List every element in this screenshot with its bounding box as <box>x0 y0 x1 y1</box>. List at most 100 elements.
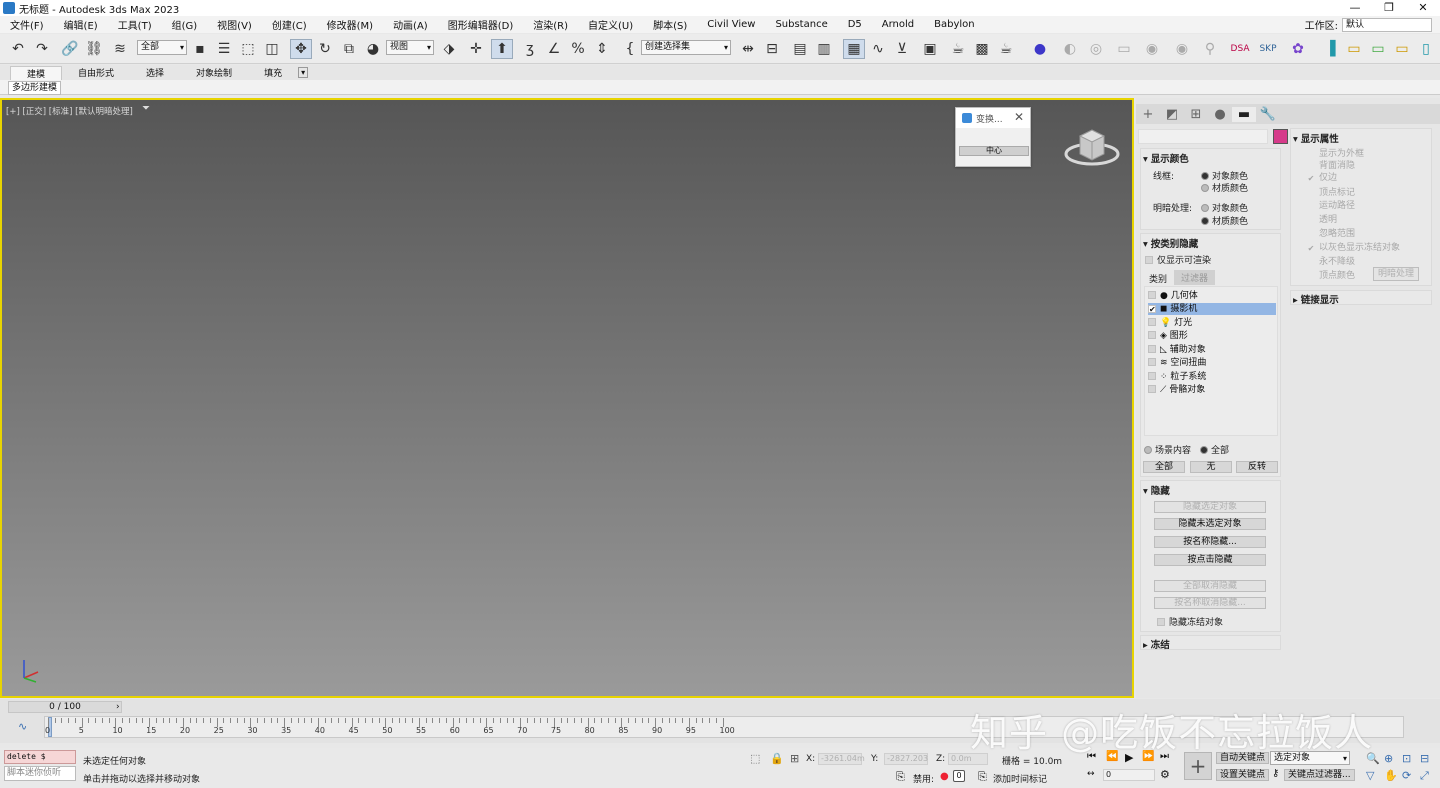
object-name-field[interactable] <box>1138 129 1268 144</box>
utilities-tab-icon[interactable]: 🔧 <box>1256 107 1280 122</box>
redo-icon[interactable]: ↷ <box>32 39 52 59</box>
plugin-icon-6[interactable]: ⚲ <box>1200 39 1220 59</box>
all-radio[interactable]: 全部 <box>1200 443 1229 456</box>
fov-icon[interactable]: ▽ <box>1366 769 1374 782</box>
shaded-object-color-radio[interactable]: 对象颜色 <box>1201 201 1248 214</box>
maxscript-listener-input[interactable]: delete $ <box>4 750 76 764</box>
center-button[interactable]: 中心 <box>959 146 1029 156</box>
schematic-view-icon[interactable]: ⊻ <box>892 39 912 59</box>
select-place-icon[interactable]: ◕ <box>363 39 383 59</box>
menu-civil-view[interactable]: Civil View <box>697 19 765 30</box>
display-color-title[interactable]: 显示颜色 <box>1143 151 1189 165</box>
menu-modifiers[interactable]: 修改器(M) <box>317 17 383 32</box>
spinner-snap-icon[interactable]: ⇕ <box>592 39 612 59</box>
unhide-by-name-button[interactable]: 按名称取消隐藏... <box>1154 597 1266 609</box>
x-coordinate-field[interactable]: -3261.04m <box>818 753 865 765</box>
wire-material-color-radio[interactable]: 材质颜色 <box>1201 181 1248 194</box>
plugin-icon-7[interactable]: ✿ <box>1288 39 1308 59</box>
display-tab-icon[interactable]: ▬ <box>1232 106 1256 122</box>
hide-by-category-title[interactable]: 按类别隐藏 <box>1143 236 1199 250</box>
time-config-icon[interactable]: ⚙ <box>1160 768 1170 781</box>
adaptive-degradation-icon[interactable]: ⎘ <box>896 770 905 784</box>
filter-tab[interactable]: 过滤器 <box>1174 270 1216 285</box>
hide-selected-button[interactable]: 隐藏选定对象 <box>1154 501 1266 513</box>
menu-views[interactable]: 视图(V) <box>207 17 262 32</box>
zoom-extents-icon[interactable]: ⊡ <box>1402 752 1411 765</box>
menu-d5[interactable]: D5 <box>838 19 872 30</box>
menu-substance[interactable]: Substance <box>765 19 837 30</box>
polygon-modeling-button[interactable]: 多边形建模 <box>8 81 62 95</box>
menu-tools[interactable]: 工具(T) <box>108 17 162 32</box>
menu-rendering[interactable]: 渲染(R) <box>523 17 578 32</box>
dsa-icon[interactable]: DSA <box>1230 39 1250 59</box>
absolute-mode-icon[interactable]: ⊞ <box>790 752 799 765</box>
zoom-all-icon[interactable]: ⊕ <box>1384 752 1393 765</box>
angle-snap-icon[interactable]: ∠ <box>544 39 564 59</box>
close-button[interactable]: ✕ <box>1406 0 1440 16</box>
category-shapes[interactable]: ◈ 图形 <box>1148 330 1276 342</box>
time-tag-zero-icon[interactable]: 0 <box>953 770 965 782</box>
key-mode-icon[interactable]: ↔ <box>1087 769 1095 779</box>
curve-editor-icon[interactable]: ∿ <box>868 39 888 59</box>
show-frozen-gray-checkbox[interactable]: ✔ 以灰色显示冻结对象 <box>1307 240 1400 253</box>
category-bone-objects[interactable]: ⟋ 骨骼对象 <box>1148 384 1276 396</box>
plugin-icon-5[interactable]: ◉ <box>1172 39 1192 59</box>
selection-filter-dropdown[interactable]: 全部 <box>137 40 187 55</box>
render-setup-icon[interactable]: ☕ <box>948 39 968 59</box>
plugin-icon-12[interactable]: ▯ <box>1416 39 1436 59</box>
invert-button[interactable]: 反转 <box>1236 461 1278 473</box>
menu-graph-editors[interactable]: 图形编辑器(D) <box>438 17 524 32</box>
unhide-all-button[interactable]: 全部取消隐藏 <box>1154 580 1266 592</box>
time-tag-icon[interactable]: ⎘ <box>978 770 987 784</box>
all-button[interactable]: 全部 <box>1143 461 1185 473</box>
dialog-close-icon[interactable]: ✕ <box>1014 110 1024 124</box>
y-coordinate-field[interactable]: -2827.203 <box>884 753 928 765</box>
link-icon[interactable]: 🔗 <box>60 39 80 59</box>
shaded-button[interactable]: 明暗处理 <box>1373 267 1419 281</box>
window-crossing-icon[interactable]: ◫ <box>262 39 282 59</box>
plugin-icon-8[interactable]: ▐ <box>1320 39 1340 59</box>
maxscript-mini-listener[interactable]: 脚本迷你侦听 <box>4 766 76 781</box>
plugin-icon-3[interactable]: ▭ <box>1114 39 1134 59</box>
set-key-button[interactable]: 设置关键点 <box>1216 769 1270 781</box>
time-slider[interactable]: 0 / 100 <box>8 701 122 713</box>
viewport-filter-icon[interactable]: ⏷ <box>142 103 150 114</box>
material-editor-icon[interactable]: ▣ <box>920 39 940 59</box>
see-through-checkbox[interactable]: 透明 <box>1307 212 1337 225</box>
modify-tab-icon[interactable]: ◩ <box>1160 107 1184 122</box>
percent-snap-icon[interactable]: % <box>568 39 588 59</box>
menu-customize[interactable]: 自定义(U) <box>578 17 643 32</box>
category-particle-systems[interactable]: ⁘ 粒子系统 <box>1148 371 1276 383</box>
bind-spacewarp-icon[interactable]: ≋ <box>110 39 130 59</box>
tab-object-paint[interactable]: 对象绘制 <box>180 66 248 79</box>
snaps-toggle-icon[interactable]: ʒ <box>520 39 540 59</box>
keyboard-shortcut-override-icon[interactable]: ⬆ <box>491 39 513 59</box>
menu-create[interactable]: 创建(C) <box>262 17 317 32</box>
tab-modeling[interactable]: 建模 <box>10 65 63 80</box>
rendered-frame-window-icon[interactable]: ▩ <box>972 39 992 59</box>
select-scale-icon[interactable]: ⧉ <box>339 39 359 59</box>
trajectory-checkbox[interactable]: 运动路径 <box>1307 198 1355 211</box>
current-frame-field[interactable]: 0 <box>1103 769 1155 781</box>
pan-icon[interactable]: ✋ <box>1384 769 1398 782</box>
never-degrade-checkbox[interactable]: 永不降级 <box>1307 254 1355 267</box>
ref-coord-dropdown[interactable]: 视图 <box>386 40 434 55</box>
category-lights[interactable]: 💡 灯光 <box>1148 317 1276 329</box>
category-helpers[interactable]: ◺ 辅助对象 <box>1148 344 1276 356</box>
vertex-colors-checkbox[interactable]: 顶点颜色 <box>1307 268 1355 281</box>
hide-frozen-checkbox[interactable]: 隐藏冻结对象 <box>1157 615 1223 628</box>
viewport-label[interactable]: [+] [正交] [标准] [默认明暗处理] <box>6 105 133 117</box>
category-space-warps[interactable]: ≋ 空间扭曲 <box>1148 357 1276 369</box>
undo-icon[interactable]: ↶ <box>8 39 28 59</box>
layer-explorer-icon[interactable]: ▥ <box>814 39 834 59</box>
hide-title[interactable]: 隐藏 <box>1143 483 1170 497</box>
plugin-icon-4[interactable]: ◉ <box>1142 39 1162 59</box>
toggle-ribbon-icon[interactable]: ▦ <box>843 39 865 59</box>
hide-unselected-button[interactable]: 隐藏未选定对象 <box>1154 518 1266 530</box>
key-filter-icon[interactable]: ⚷ <box>1272 768 1279 779</box>
edit-named-selection-icon[interactable]: { <box>620 39 640 59</box>
ribbon-options-icon[interactable]: ▾ <box>298 67 309 78</box>
rect-selection-icon[interactable]: ⬚ <box>238 39 258 59</box>
ignore-extents-checkbox[interactable]: 忽略范围 <box>1307 226 1355 239</box>
edges-only-checkbox[interactable]: ✔ 仅边 <box>1307 170 1337 183</box>
